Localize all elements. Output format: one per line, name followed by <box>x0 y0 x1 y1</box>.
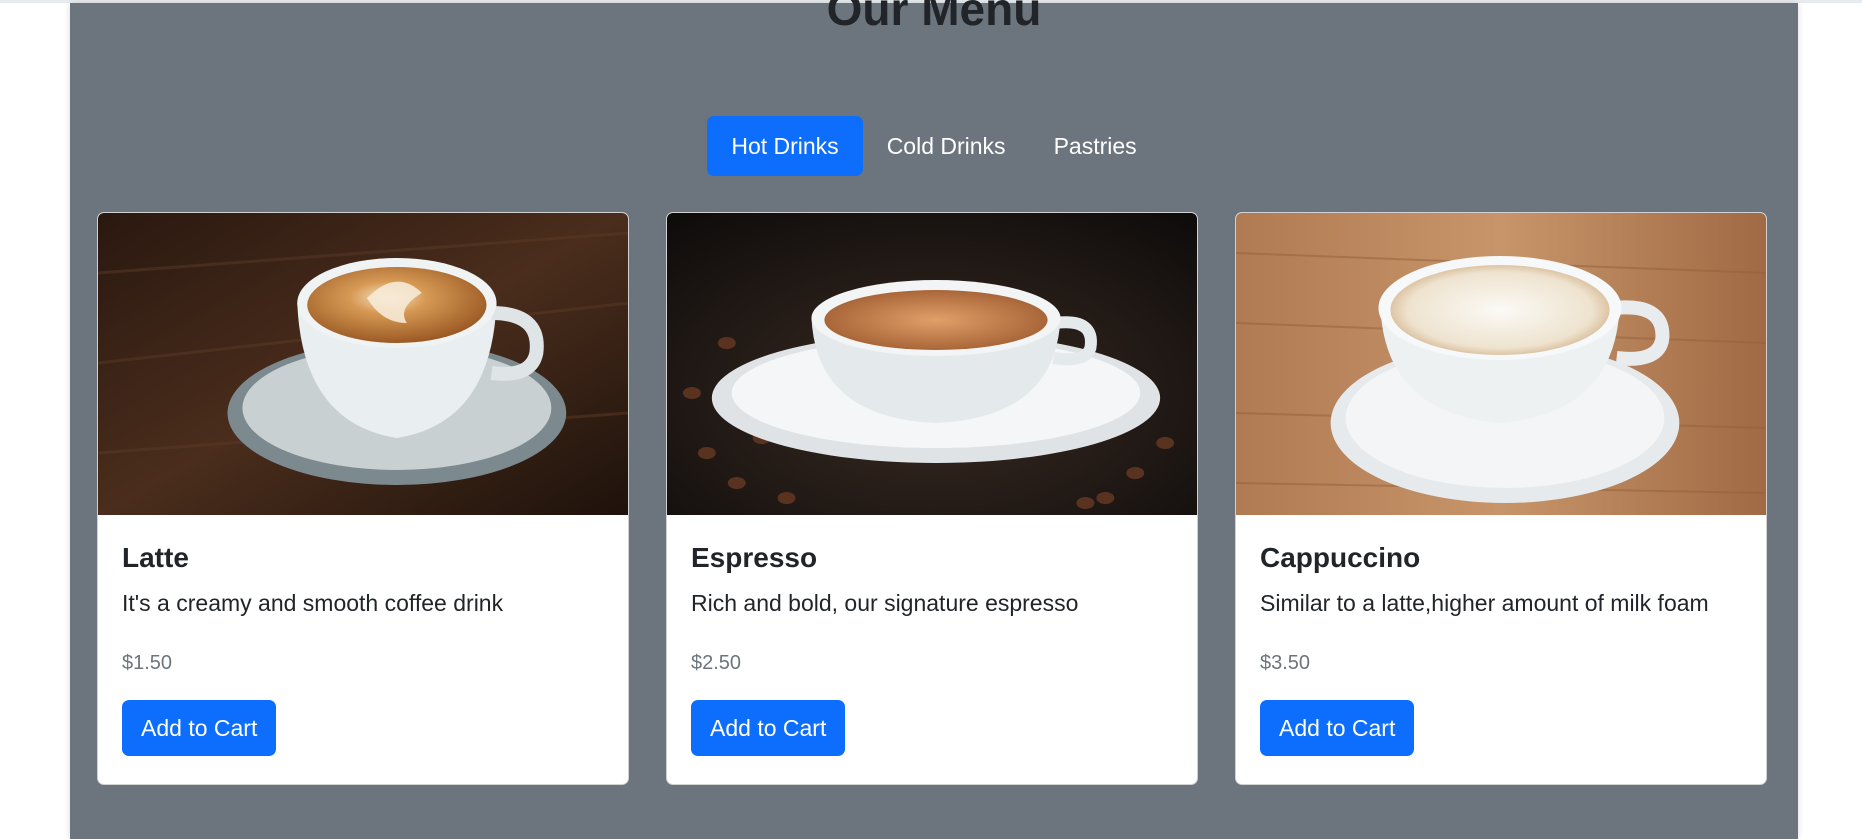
product-description: Similar to a latte,higher amount of milk… <box>1260 590 1709 616</box>
cappuccino-photo <box>1236 213 1766 515</box>
tab-pastries[interactable]: Pastries <box>1030 116 1161 176</box>
product-price: $1.50 <box>122 652 173 674</box>
tab-hot-drinks[interactable]: Hot Drinks <box>707 116 863 176</box>
product-grid: Latte It's a creamy and smooth coffee dr… <box>97 212 1767 785</box>
menu-section: Our Menu Hot Drinks Cold Drinks Pastries <box>70 0 1798 839</box>
product-card-espresso: Espresso Rich and bold, our signature es… <box>666 212 1198 785</box>
product-card-cappuccino: Cappuccino Similar to a latte,higher amo… <box>1235 212 1767 785</box>
add-to-cart-button[interactable]: Add to Cart <box>122 700 277 756</box>
tab-cold-drinks[interactable]: Cold Drinks <box>863 116 1030 176</box>
menu-tabs: Hot Drinks Cold Drinks Pastries <box>70 116 1798 176</box>
latte-photo <box>98 213 628 515</box>
add-to-cart-button[interactable]: Add to Cart <box>691 700 846 756</box>
product-price: $3.50 <box>1260 652 1311 674</box>
product-price: $2.50 <box>691 652 742 674</box>
product-name: Espresso <box>691 542 818 573</box>
product-description: Rich and bold, our signature espresso <box>691 590 1079 616</box>
product-name: Cappuccino <box>1260 542 1421 573</box>
add-to-cart-button[interactable]: Add to Cart <box>1260 700 1415 756</box>
page-title: Our Menu <box>826 0 1042 35</box>
product-description: It's a creamy and smooth coffee drink <box>122 590 504 616</box>
espresso-photo <box>667 213 1197 515</box>
product-name: Latte <box>122 542 189 573</box>
product-card-latte: Latte It's a creamy and smooth coffee dr… <box>97 212 629 785</box>
